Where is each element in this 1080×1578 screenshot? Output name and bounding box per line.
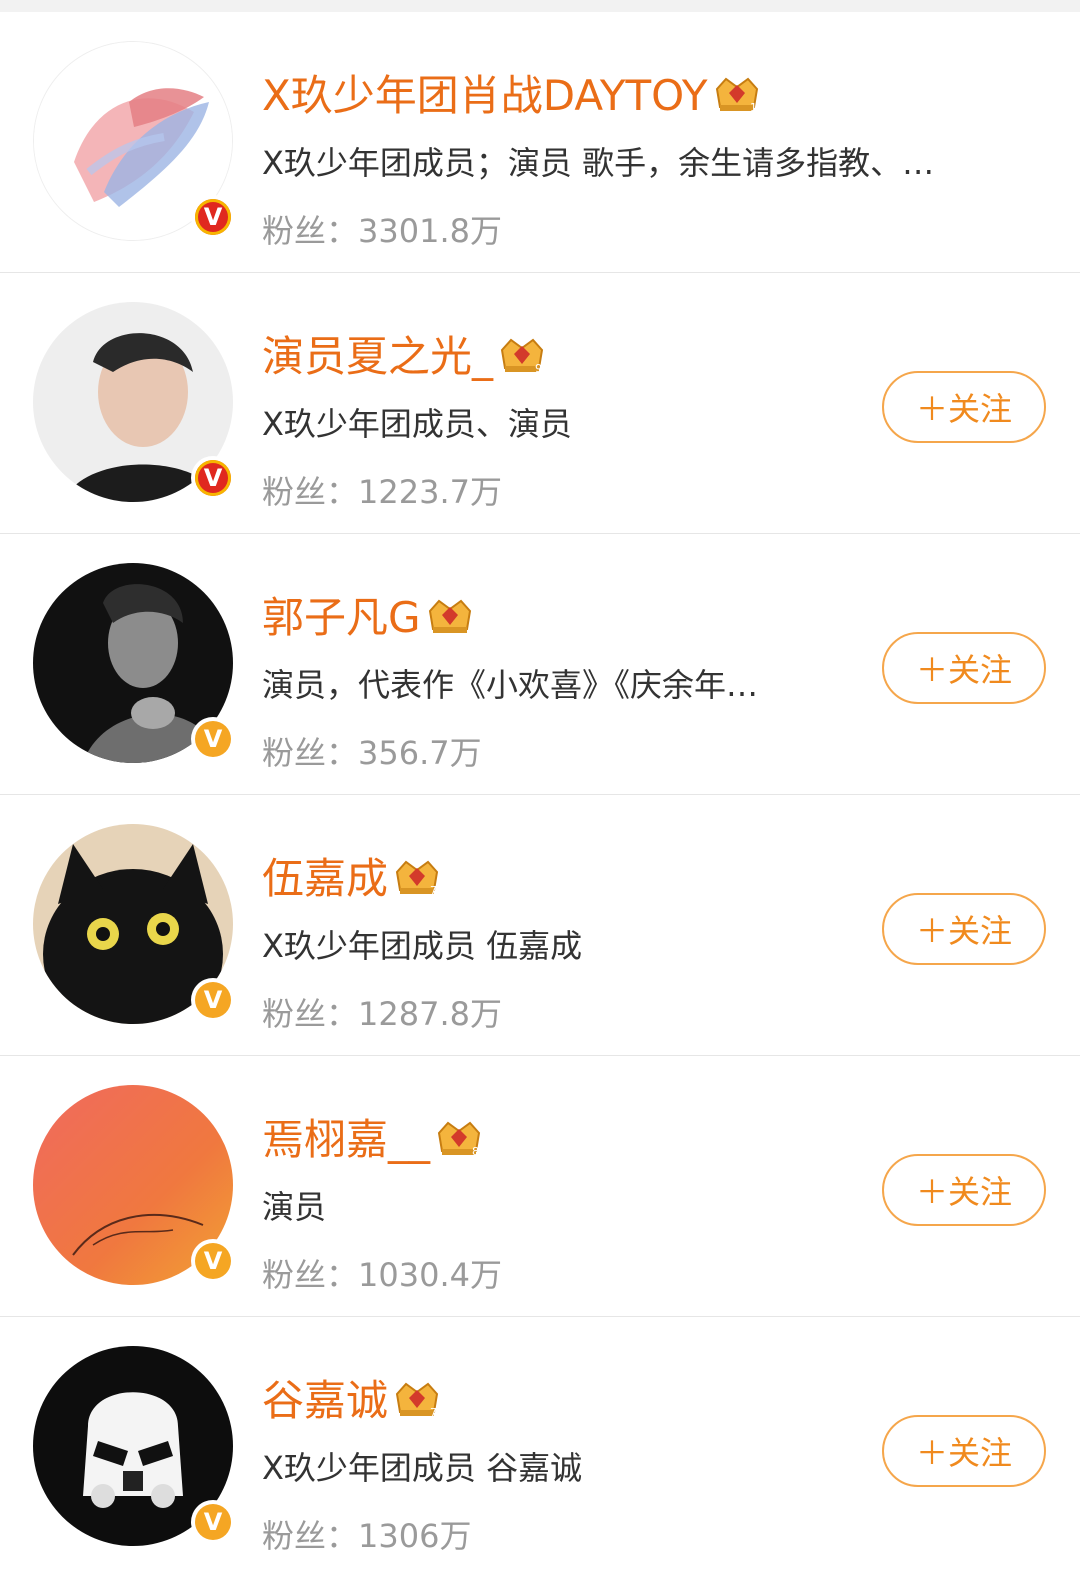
verified-badge-icon: V	[191, 456, 235, 500]
follow-button[interactable]: ＋关注	[882, 1415, 1046, 1487]
fans-count: 粉丝：356.7万	[262, 734, 482, 772]
user-name[interactable]: 伍嘉成 7	[262, 845, 442, 906]
verified-badge-icon: V	[191, 1239, 235, 1283]
user-name[interactable]: X玖少年团肖战DAYTOY 10	[262, 62, 762, 123]
user-description: 演员，代表作《小欢喜》《庆余年…	[262, 666, 759, 704]
avatar[interactable]: V	[33, 1346, 235, 1546]
avatar[interactable]: V	[33, 563, 235, 763]
list-item[interactable]: V 谷嘉诚 7 X玖少年团成员 谷嘉诚 粉丝：1306万 ＋关注	[0, 1317, 1080, 1578]
verified-badge-icon: V	[191, 717, 235, 761]
svg-text:7: 7	[430, 884, 437, 897]
crown-icon: 7	[392, 854, 442, 898]
svg-text:7: 7	[430, 1406, 437, 1419]
user-name[interactable]: 郭子凡G	[262, 584, 475, 645]
follow-button[interactable]: ＋关注	[882, 371, 1046, 443]
avatar[interactable]: V	[33, 1085, 235, 1285]
top-divider	[0, 0, 1080, 12]
user-description: X玖少年团成员 谷嘉诚	[262, 1449, 583, 1487]
avatar[interactable]: V	[33, 824, 235, 1024]
user-list: V X玖少年团肖战DAYTOY 10 X玖少年团成员；演员 歌手，余生请多指教、…	[0, 12, 1080, 1578]
crown-icon: 8	[434, 1115, 484, 1159]
user-description: X玖少年团成员 伍嘉成	[262, 927, 583, 965]
crown-icon: 7	[392, 1376, 442, 1420]
crown-icon: 9	[497, 332, 547, 376]
svg-text:9: 9	[535, 362, 542, 375]
list-item[interactable]: V 伍嘉成 7 X玖少年团成员 伍嘉成 粉丝：1287.8万 ＋关注	[0, 795, 1080, 1056]
fans-count: 粉丝：1287.8万	[262, 995, 502, 1033]
fans-count: 粉丝：1223.7万	[262, 473, 502, 511]
user-description: X玖少年团成员、演员	[262, 405, 572, 443]
fans-count: 粉丝：1030.4万	[262, 1256, 502, 1294]
follow-button[interactable]: ＋关注	[882, 893, 1046, 965]
list-item[interactable]: V 焉栩嘉__ 8 演员 粉丝：1030.4万 ＋关注	[0, 1056, 1080, 1317]
avatar[interactable]: V	[33, 41, 235, 241]
svg-text:8: 8	[472, 1145, 479, 1158]
crown-icon	[425, 593, 475, 637]
crown-icon: 10	[712, 71, 762, 115]
verified-badge-icon: V	[191, 1500, 235, 1544]
user-name[interactable]: 焉栩嘉__ 8	[262, 1106, 484, 1167]
verified-badge-icon: V	[191, 195, 235, 239]
list-item[interactable]: V 郭子凡G 演员，代表作《小欢喜》《庆余年… 粉丝：356.7万 ＋关注	[0, 534, 1080, 795]
user-name[interactable]: 演员夏之光_ 9	[262, 323, 547, 384]
follow-button[interactable]: ＋关注	[882, 1154, 1046, 1226]
svg-text:10: 10	[750, 101, 762, 114]
user-name[interactable]: 谷嘉诚 7	[262, 1367, 442, 1428]
avatar[interactable]: V	[33, 302, 235, 502]
verified-badge-icon: V	[191, 978, 235, 1022]
user-description: X玖少年团成员；演员 歌手，余生请多指教、…	[262, 144, 935, 182]
follow-button[interactable]: ＋关注	[882, 632, 1046, 704]
list-item[interactable]: V 演员夏之光_ 9 X玖少年团成员、演员 粉丝：1223.7万 ＋关注	[0, 273, 1080, 534]
user-description: 演员	[262, 1188, 327, 1226]
list-item[interactable]: V X玖少年团肖战DAYTOY 10 X玖少年团成员；演员 歌手，余生请多指教、…	[0, 12, 1080, 273]
fans-count: 粉丝：3301.8万	[262, 212, 502, 250]
fans-count: 粉丝：1306万	[262, 1517, 472, 1555]
